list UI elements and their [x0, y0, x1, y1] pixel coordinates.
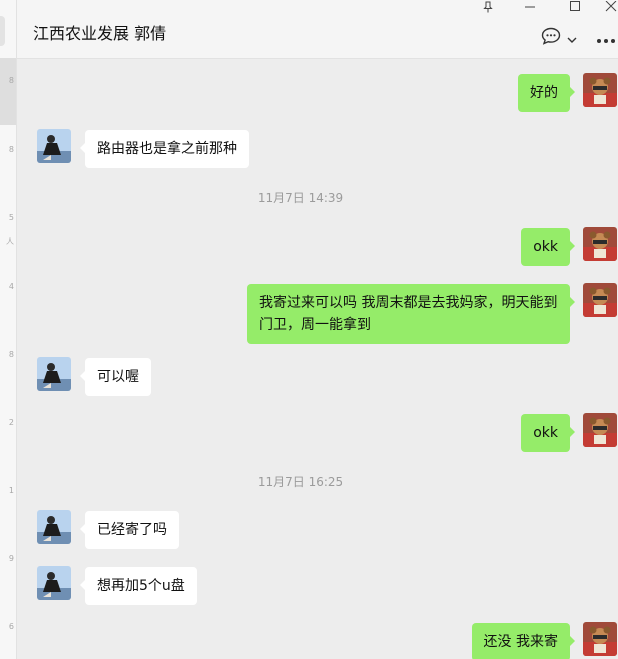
more-button[interactable] [596, 28, 618, 48]
more-icon [596, 29, 616, 48]
contact-avatar[interactable] [37, 357, 71, 391]
message-timestamp: 11月7日 14:39 [257, 191, 344, 205]
session-time-fragment: 1 [8, 486, 14, 495]
maximize-icon[interactable] [565, 0, 585, 14]
session-time-fragment: 6 [8, 622, 14, 631]
session-time-fragment: 8 [8, 350, 14, 359]
session-time-fragment: 5 [8, 213, 14, 222]
chat-window: 8 8 5 人 4 8 2 1 9 6 江西农业发展 郭倩 好的 路由器也是拿之… [0, 0, 618, 659]
chat-info-button[interactable] [541, 27, 581, 49]
message-line: 我寄过来可以吗 我周末都是去我妈家，明天能到 [259, 295, 558, 311]
chevron-down-icon [567, 29, 577, 48]
message-bubble-outgoing[interactable]: 我寄过来可以吗 我周末都是去我妈家，明天能到 门卫，周一能拿到 [247, 284, 575, 344]
my-avatar[interactable] [583, 622, 617, 656]
session-time-fragment: 4 [8, 282, 14, 291]
message-bubble-outgoing[interactable]: okk [521, 414, 575, 452]
selected-session-highlight[interactable] [0, 58, 16, 125]
pin-icon[interactable] [478, 0, 498, 14]
message-bubble-incoming[interactable]: 已经寄了吗 [80, 511, 179, 549]
session-name-fragment: 人 [6, 237, 14, 246]
close-icon[interactable] [601, 0, 618, 14]
my-avatar[interactable] [583, 73, 617, 107]
message-bubble-incoming[interactable]: 可以喔 [80, 358, 151, 396]
message-bubble-incoming[interactable]: 路由器也是拿之前那种 [80, 130, 249, 168]
my-avatar[interactable] [583, 283, 617, 317]
message-line: 门卫，周一能拿到 [259, 317, 371, 333]
chat-header: 江西农业发展 郭倩 [17, 0, 618, 59]
message-bubble-outgoing[interactable]: 好的 [518, 74, 575, 112]
search-box-edge[interactable] [0, 16, 5, 46]
contact-avatar[interactable] [37, 566, 71, 600]
message-bubble-incoming[interactable]: 想再加5个u盘 [80, 567, 197, 605]
minimize-icon[interactable] [520, 0, 540, 14]
chat-bubble-icon [541, 27, 561, 49]
chat-title: 江西农业发展 郭倩 [33, 24, 167, 43]
session-time-fragment: 8 [8, 76, 14, 85]
my-avatar[interactable] [583, 227, 617, 261]
contact-avatar[interactable] [37, 129, 71, 163]
message-bubble-outgoing[interactable]: 还没 我来寄 [471, 623, 576, 659]
session-time-fragment: 8 [8, 145, 14, 154]
message-timestamp: 11月7日 16:25 [257, 475, 344, 489]
contact-avatar[interactable] [37, 510, 71, 544]
message-bubble-outgoing[interactable]: okk [521, 228, 575, 266]
session-time-fragment: 2 [8, 418, 14, 427]
my-avatar[interactable] [583, 413, 617, 447]
session-time-fragment: 9 [8, 554, 14, 563]
session-list-edge[interactable]: 8 8 5 人 4 8 2 1 9 6 [0, 0, 17, 659]
